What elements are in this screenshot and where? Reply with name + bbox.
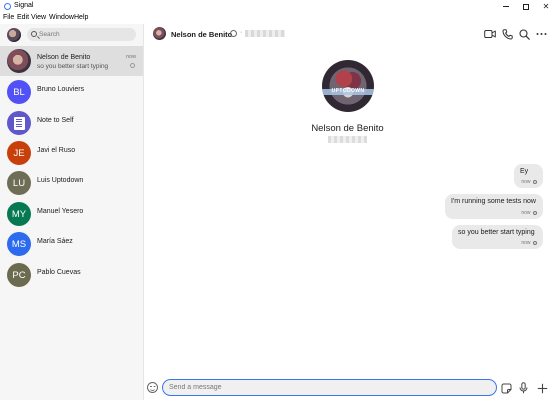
close-icon: ✕ bbox=[542, 2, 550, 11]
profile-name: Nelson de Benito bbox=[311, 123, 384, 134]
message-meta: now bbox=[521, 210, 537, 216]
conversation-name: Pablo Cuevas bbox=[37, 269, 81, 276]
contact-name[interactable]: Nelson de Benito bbox=[171, 30, 232, 39]
conversation-item-luis[interactable]: LU Luis Uptodown bbox=[0, 168, 143, 198]
minimize-icon bbox=[503, 6, 509, 7]
sent-status-icon bbox=[532, 179, 537, 184]
conversation-item-javi[interactable]: JE Javi el Ruso bbox=[0, 138, 143, 168]
avatar: BL bbox=[7, 80, 31, 104]
message-input[interactable] bbox=[162, 379, 497, 396]
menu-help[interactable]: Help bbox=[74, 14, 88, 21]
avatar: LU bbox=[7, 171, 31, 195]
conversation-name: Javi el Ruso bbox=[37, 147, 76, 154]
verified-icon bbox=[230, 30, 237, 37]
profile-phone-redacted bbox=[328, 136, 367, 143]
message-timeline: UPTODOWN Nelson de Benito Ey now I'm run… bbox=[144, 44, 551, 376]
message-time: now bbox=[521, 210, 531, 216]
search-icon bbox=[518, 28, 530, 40]
search-box[interactable]: Search bbox=[27, 28, 136, 41]
menu-view[interactable]: View bbox=[31, 14, 46, 21]
profile-avatar[interactable]: UPTODOWN bbox=[322, 60, 374, 112]
search-icon bbox=[31, 31, 37, 37]
avatar bbox=[7, 111, 31, 135]
conversation-preview: so you better start typing bbox=[37, 63, 109, 70]
conversation-item-pablo[interactable]: PC Pablo Cuevas bbox=[0, 260, 143, 290]
note-icon bbox=[13, 116, 25, 130]
conversation-name: María Sáez bbox=[37, 238, 73, 245]
search-conversation-button[interactable] bbox=[517, 27, 531, 41]
microphone-icon bbox=[519, 382, 527, 394]
message-time: now bbox=[521, 240, 531, 246]
maximize-icon bbox=[523, 3, 529, 10]
sticker-icon bbox=[501, 383, 511, 393]
conversation-sidebar: Search Nelson de Benito so you better st… bbox=[0, 24, 144, 400]
close-button[interactable]: ✕ bbox=[536, 0, 551, 13]
menu-window[interactable]: Window bbox=[49, 14, 74, 21]
voice-call-button[interactable] bbox=[500, 27, 514, 41]
my-profile-avatar[interactable] bbox=[7, 28, 21, 42]
conversation-item-maria[interactable]: MS María Sáez bbox=[0, 229, 143, 259]
avatar-caption: UPTODOWN bbox=[331, 88, 365, 94]
conversation-item-manuel[interactable]: MY Manuel Yesero bbox=[0, 199, 143, 229]
signal-app-icon bbox=[4, 3, 11, 10]
outgoing-message[interactable]: I'm running some tests now now bbox=[445, 194, 543, 219]
sent-status-icon bbox=[532, 240, 537, 245]
message-meta: now bbox=[521, 240, 537, 246]
avatar: JE bbox=[7, 141, 31, 165]
message-text: Ey bbox=[520, 168, 529, 175]
voice-message-button[interactable] bbox=[516, 381, 530, 395]
avatar: PC bbox=[7, 263, 31, 287]
message-meta: now bbox=[521, 179, 537, 185]
more-icon bbox=[536, 33, 546, 35]
conversation-item-note-to-self[interactable]: Note to Self bbox=[0, 108, 143, 138]
minimize-button[interactable] bbox=[496, 0, 516, 13]
avatar: MS bbox=[7, 232, 31, 256]
menu-edit[interactable]: Edit bbox=[17, 14, 29, 21]
contact-phone-redacted bbox=[245, 30, 285, 37]
outgoing-message[interactable]: Ey now bbox=[514, 164, 543, 188]
message-composer bbox=[144, 376, 551, 400]
delivery-status-icon bbox=[130, 63, 135, 68]
video-call-button[interactable] bbox=[483, 27, 497, 41]
title-bar: Signal ✕ bbox=[0, 0, 551, 13]
menu-bar: File Edit View Window Help bbox=[0, 13, 551, 24]
search-placeholder: Search bbox=[39, 31, 60, 38]
avatar: MY bbox=[7, 202, 31, 226]
more-options-button[interactable] bbox=[534, 27, 548, 41]
outgoing-message[interactable]: so you better start typing now bbox=[452, 225, 543, 249]
conversation-item-nelson[interactable]: Nelson de Benito so you better start typ… bbox=[0, 46, 143, 76]
conversation-item-bruno[interactable]: BL Bruno Louviers bbox=[0, 77, 143, 107]
plus-icon bbox=[537, 383, 547, 393]
menu-file[interactable]: File bbox=[3, 14, 14, 21]
contact-avatar[interactable] bbox=[153, 27, 166, 40]
conversation-name: Note to Self bbox=[37, 117, 74, 124]
window-title: Signal bbox=[14, 2, 34, 9]
conversation-name: Luis Uptodown bbox=[37, 177, 84, 184]
avatar bbox=[7, 49, 31, 73]
conversation-time: now bbox=[126, 54, 137, 60]
video-call-icon bbox=[484, 30, 496, 38]
conversation-header: Nelson de Benito · bbox=[144, 24, 551, 44]
conversation-name: Bruno Louviers bbox=[37, 86, 85, 93]
message-time: now bbox=[521, 179, 531, 185]
sticker-button[interactable] bbox=[499, 381, 513, 395]
header-separator: · bbox=[240, 29, 243, 36]
conversation-name: Manuel Yesero bbox=[37, 208, 84, 215]
message-text: so you better start typing bbox=[458, 229, 535, 236]
message-text: I'm running some tests now bbox=[451, 198, 536, 205]
attach-button[interactable] bbox=[535, 381, 549, 395]
conversation-name: Nelson de Benito bbox=[37, 54, 91, 61]
maximize-button[interactable] bbox=[516, 0, 536, 13]
emoji-icon[interactable] bbox=[147, 382, 158, 393]
phone-call-icon bbox=[501, 28, 513, 40]
sent-status-icon bbox=[532, 210, 537, 215]
